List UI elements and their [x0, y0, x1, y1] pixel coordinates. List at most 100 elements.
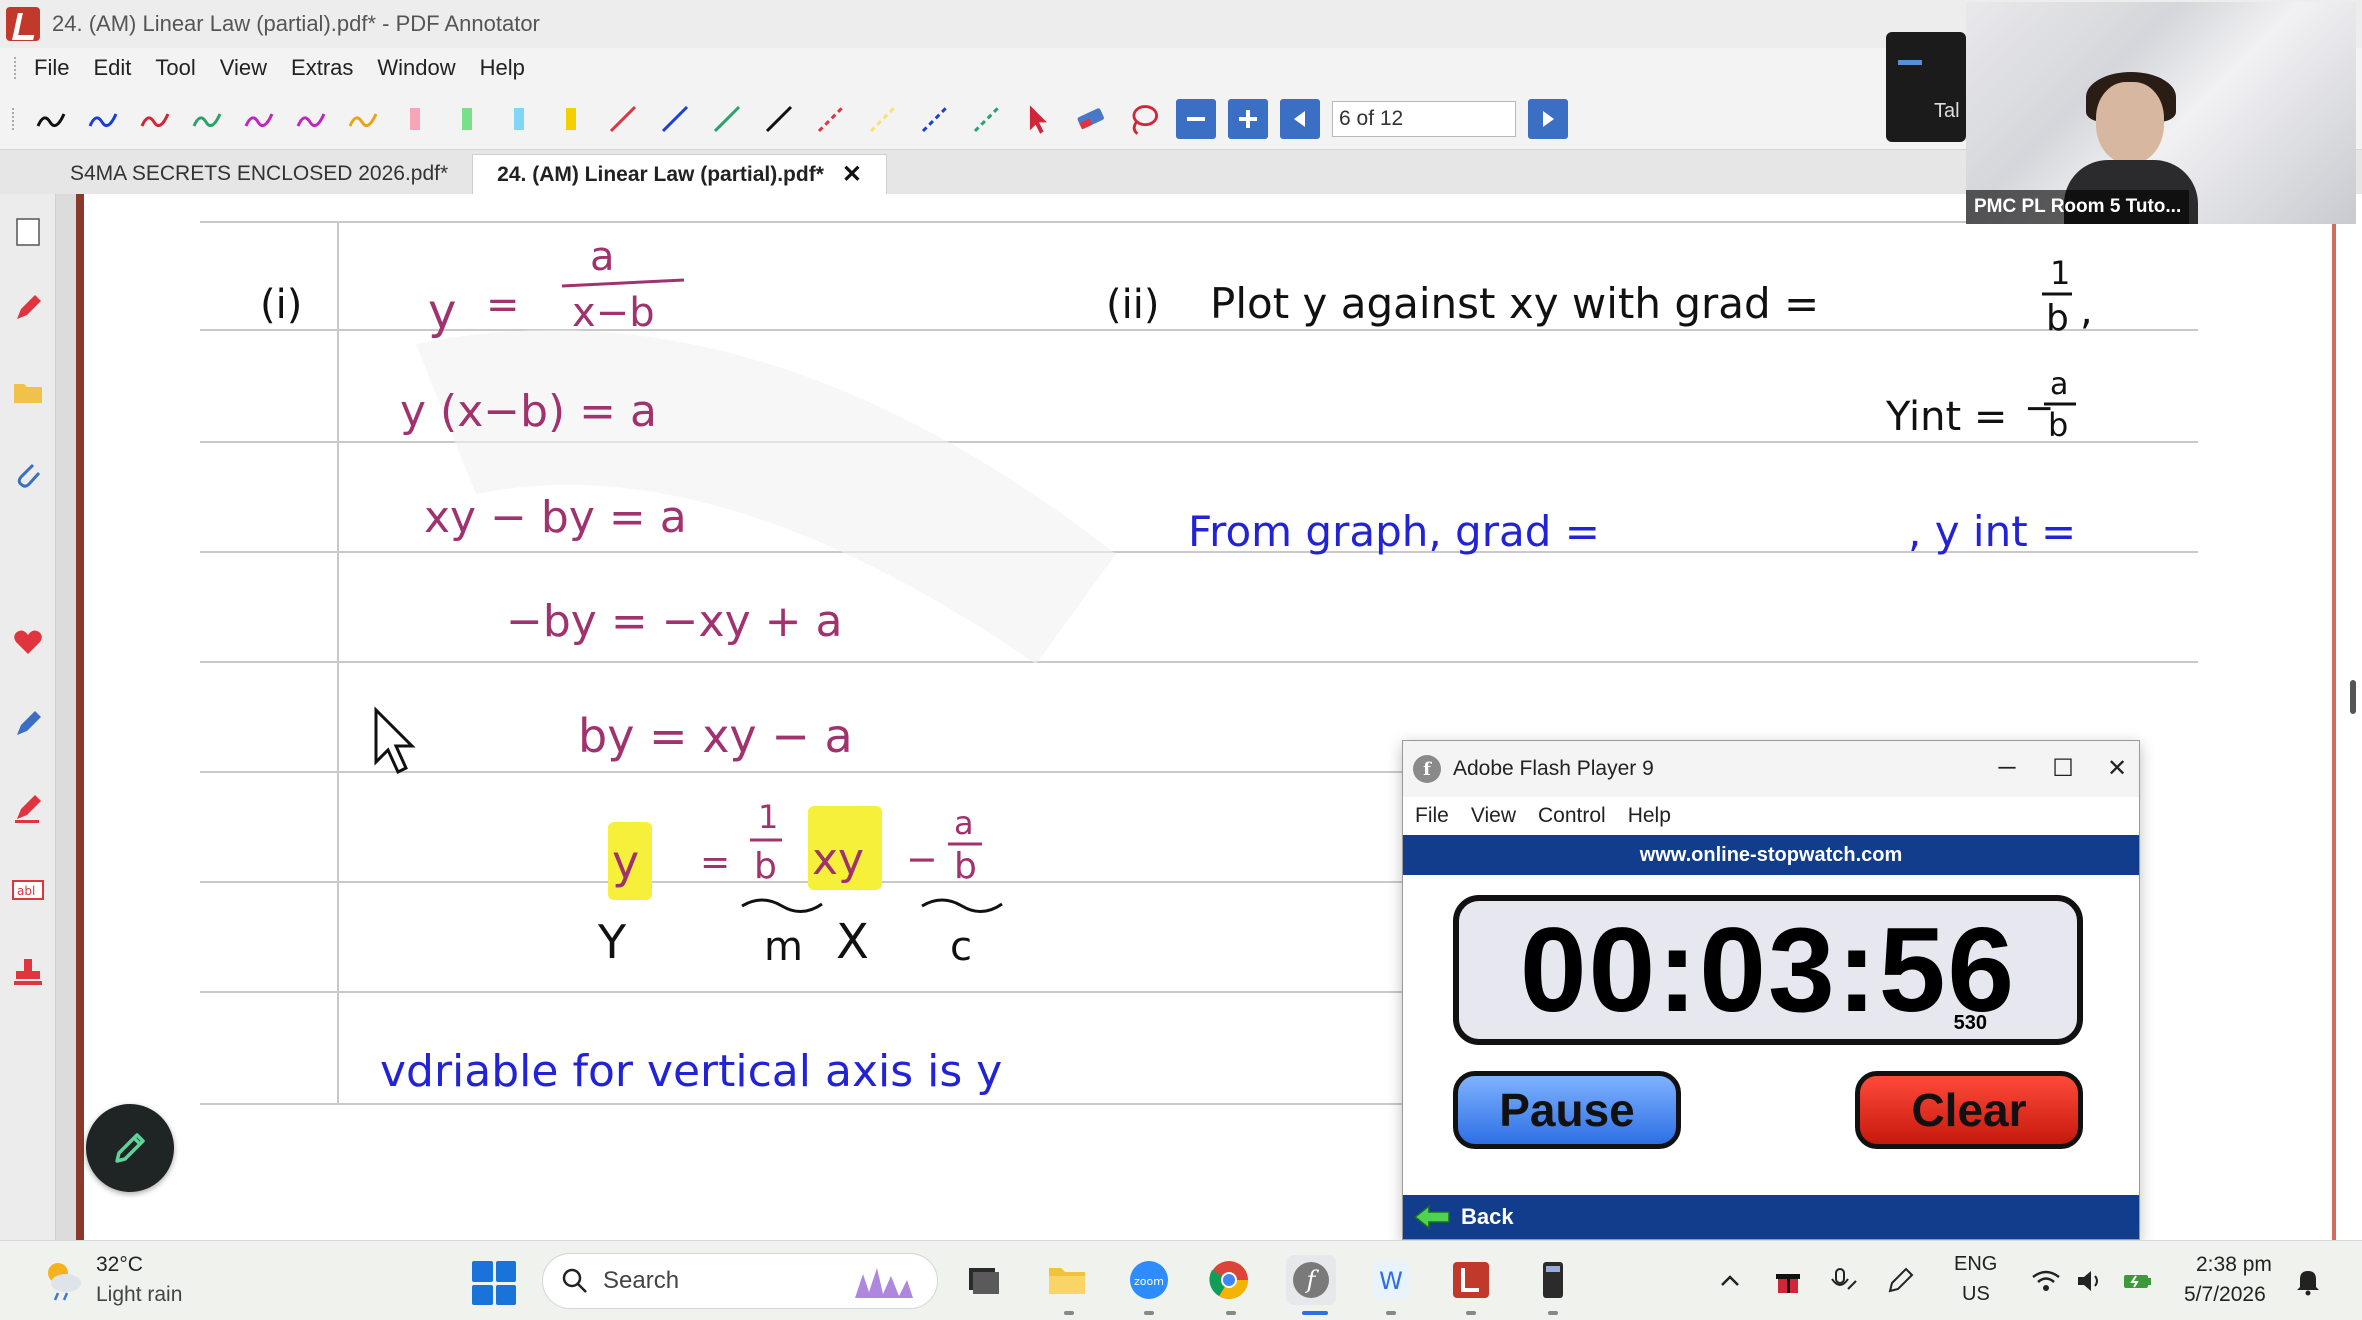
- yint-denominator: b: [2048, 406, 2068, 444]
- pdf-annotator-app[interactable]: [1446, 1255, 1496, 1305]
- previous-page-button[interactable]: [1280, 98, 1320, 139]
- page-number-field[interactable]: 6 of 12: [1332, 100, 1516, 137]
- highlighter-1-button[interactable]: [396, 99, 434, 139]
- windows-start-button[interactable]: [472, 1261, 516, 1305]
- pointer-tool-button[interactable]: [1020, 99, 1058, 139]
- participant-name: PMC PL Room 5 Tuto...: [1966, 190, 2190, 224]
- flash-menu-help[interactable]: Help: [1628, 804, 1671, 828]
- whiteboard-app[interactable]: W: [1366, 1255, 1416, 1305]
- pdf-annotator-logo-icon: [6, 7, 40, 41]
- menu-extras[interactable]: Extras: [291, 55, 353, 81]
- clear-button[interactable]: Clear: [1855, 1071, 2083, 1149]
- flash-menu-control[interactable]: Control: [1538, 804, 1606, 828]
- stopwatch-site-banner[interactable]: www.online-stopwatch.com: [1403, 835, 2139, 875]
- line-tool-3-button[interactable]: [708, 99, 746, 139]
- attachment-panel-button[interactable]: [10, 456, 46, 492]
- battery-button[interactable]: [2120, 1263, 2156, 1299]
- step6-minus: −: [906, 837, 938, 881]
- task-view-app[interactable]: [958, 1255, 1008, 1305]
- minimize-icon[interactable]: ─: [1987, 751, 2027, 785]
- taskbar-search-box[interactable]: Search: [542, 1253, 938, 1309]
- tray-app-1[interactable]: [1770, 1263, 1806, 1299]
- clock-date[interactable]: 5/7/2026: [2184, 1283, 2266, 1307]
- pen-color-4-button[interactable]: [188, 99, 226, 139]
- dashed-line-tool-4-button[interactable]: [968, 99, 1006, 139]
- close-tab-icon[interactable]: ✕: [842, 160, 862, 189]
- stamp-panel-button[interactable]: [10, 954, 46, 990]
- start-tile: [472, 1284, 493, 1305]
- language-indicator[interactable]: ENG: [1954, 1253, 1997, 1276]
- tab-linear-law[interactable]: 24. (AM) Linear Law (partial).pdf* ✕: [472, 154, 887, 194]
- eraser-tool-button[interactable]: [1072, 99, 1110, 139]
- zoom-out-button[interactable]: [1176, 98, 1216, 139]
- favorites-panel-button[interactable]: [10, 624, 46, 660]
- zoom-app[interactable]: zoom: [1124, 1255, 1174, 1305]
- file-explorer-app[interactable]: [1042, 1255, 1092, 1305]
- pen-color-3-button[interactable]: [136, 99, 174, 139]
- back-button[interactable]: Back: [1403, 1195, 2139, 1239]
- close-icon[interactable]: ✕: [2097, 751, 2137, 785]
- zoom-icon: zoom: [1130, 1261, 1168, 1299]
- zoom-video-tile[interactable]: PMC PL Room 5 Tuto...: [1966, 2, 2356, 224]
- menu-tool[interactable]: Tool: [155, 55, 195, 81]
- text-box-panel-button[interactable]: abl: [10, 872, 46, 908]
- menu-help[interactable]: Help: [480, 55, 525, 81]
- pen-color-1-button[interactable]: [32, 99, 70, 139]
- dashed-line-tool-1-button[interactable]: [812, 99, 850, 139]
- show-hidden-icons-button[interactable]: [1712, 1263, 1748, 1299]
- notifications-button[interactable]: [2290, 1263, 2326, 1299]
- pen-color-7-button[interactable]: [344, 99, 382, 139]
- clock-time[interactable]: 2:38 pm: [2196, 1253, 2272, 1277]
- line-tool-4-button[interactable]: [760, 99, 798, 139]
- window-title: 24. (AM) Linear Law (partial).pdf* - PDF…: [52, 11, 540, 36]
- network-button[interactable]: [2028, 1263, 2064, 1299]
- dashed-line-tool-3-button[interactable]: [916, 99, 954, 139]
- menu-file[interactable]: File: [34, 55, 69, 81]
- weather-description[interactable]: Light rain: [96, 1283, 182, 1307]
- pause-button[interactable]: Pause: [1453, 1071, 1681, 1149]
- dashed-line-tool-2-button[interactable]: [864, 99, 902, 139]
- tab-s4ma-secrets[interactable]: S4MA SECRETS ENCLOSED 2026.pdf*: [46, 154, 472, 194]
- flash-menu-file[interactable]: File: [1415, 804, 1449, 828]
- page-thumbnail-button[interactable]: [10, 214, 46, 250]
- pen-color-6-button[interactable]: [292, 99, 330, 139]
- maximize-icon[interactable]: ☐: [2043, 751, 2083, 785]
- highlighter-4-button[interactable]: [552, 99, 590, 139]
- lasso-tool-button[interactable]: [1124, 99, 1162, 139]
- highlighter-2-button[interactable]: [448, 99, 486, 139]
- floating-pen-button[interactable]: [86, 1104, 174, 1192]
- folder-panel-button[interactable]: [10, 374, 46, 410]
- calculator-app[interactable]: [1528, 1255, 1578, 1305]
- pen-color-5-button[interactable]: [240, 99, 278, 139]
- line-tool-2-button[interactable]: [656, 99, 694, 139]
- tray-app-2[interactable]: [1826, 1263, 1862, 1299]
- zoom-controls-panel[interactable]: [1886, 32, 1966, 142]
- svg-text:W: W: [1379, 1267, 1403, 1295]
- line-tool-1-button[interactable]: [604, 99, 642, 139]
- menu-window[interactable]: Window: [377, 55, 455, 81]
- weather-rain-icon[interactable]: [40, 1257, 86, 1303]
- flash-player-app[interactable]: f: [1286, 1255, 1336, 1305]
- keyboard-layout-indicator[interactable]: US: [1962, 1283, 1990, 1306]
- flash-player-window[interactable]: f Adobe Flash Player 9 ─ ☐ ✕ File View C…: [1402, 740, 2140, 1240]
- next-page-button[interactable]: [1528, 98, 1568, 139]
- menu-edit[interactable]: Edit: [93, 55, 131, 81]
- blue-pen-panel-button[interactable]: [10, 706, 46, 742]
- highlighter-icon: [566, 107, 576, 130]
- zoom-in-button[interactable]: [1228, 98, 1268, 139]
- volume-button[interactable]: [2072, 1263, 2108, 1299]
- marker-panel-button[interactable]: [10, 790, 46, 826]
- pen-color-2-button[interactable]: [84, 99, 122, 139]
- chrome-app[interactable]: [1204, 1255, 1254, 1305]
- zoom-minimize-icon[interactable]: [1898, 60, 1922, 65]
- weather-temperature[interactable]: 32°C: [96, 1253, 143, 1277]
- flash-menu-view[interactable]: View: [1471, 804, 1516, 828]
- pen-panel-button[interactable]: [10, 290, 46, 326]
- wifi-icon: [2032, 1270, 2060, 1291]
- highlighter-3-button[interactable]: [500, 99, 538, 139]
- label-Y: Y: [597, 915, 627, 969]
- flash-title-bar[interactable]: f Adobe Flash Player 9 ─ ☐ ✕: [1403, 741, 2139, 797]
- chevron-up-icon: [1721, 1275, 1739, 1286]
- tray-pen-menu[interactable]: [1882, 1263, 1918, 1299]
- menu-view[interactable]: View: [220, 55, 267, 81]
